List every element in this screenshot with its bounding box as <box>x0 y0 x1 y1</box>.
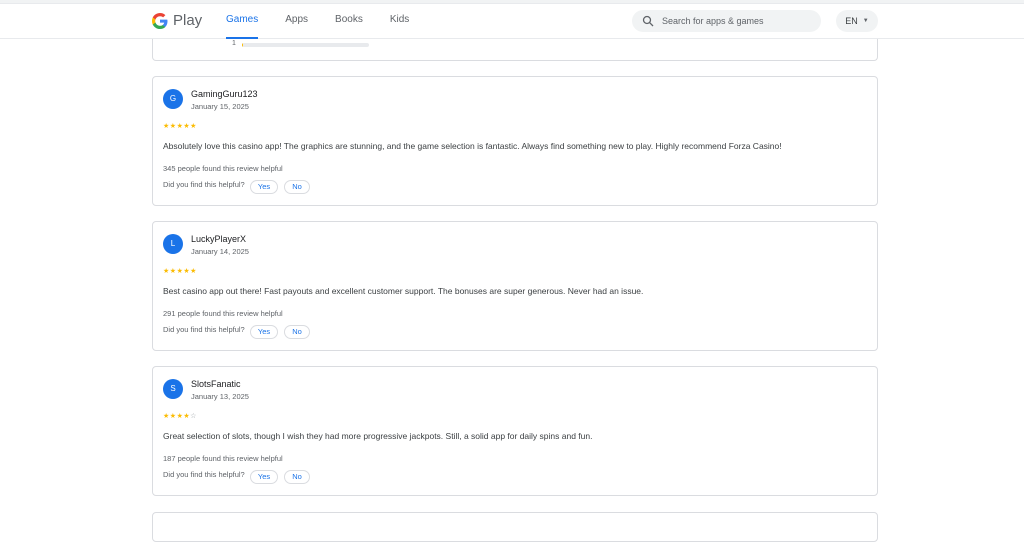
helpful-question: Did you find this helpful? <box>163 180 245 189</box>
search-icon <box>642 15 654 27</box>
search-box[interactable] <box>632 10 821 32</box>
helpful-yes-button[interactable]: Yes <box>250 470 278 484</box>
nav-tab-kids[interactable]: Kids <box>390 4 409 39</box>
logo-text: Play <box>173 12 203 29</box>
review-card: G GamingGuru123 January 15, 2025 ★★★★★ A… <box>152 76 878 206</box>
star-filled-icon: ★ <box>169 123 177 130</box>
helpful-count: 345 people found this review helpful <box>163 164 283 173</box>
review-author: GamingGuru123 <box>191 89 258 99</box>
nav-tab-apps[interactable]: Apps <box>285 4 308 39</box>
search-input[interactable] <box>662 16 812 26</box>
star-filled-icon: ★ <box>169 413 177 420</box>
helpful-count: 291 people found this review helpful <box>163 309 283 318</box>
star-rating: ★★★★★ <box>163 122 197 130</box>
helpful-yes-button[interactable]: Yes <box>250 325 278 339</box>
star-filled-icon: ★ <box>169 268 177 275</box>
star-rating: ★★★★☆ <box>163 412 197 420</box>
review-date: January 15, 2025 <box>191 102 249 111</box>
star-rating: ★★★★★ <box>163 267 197 275</box>
avatar: L <box>163 234 183 254</box>
avatar: G <box>163 89 183 109</box>
helpful-question: Did you find this helpful? <box>163 470 245 479</box>
language-selector[interactable]: EN ▼ <box>836 10 878 32</box>
helpful-no-button[interactable]: No <box>284 470 310 484</box>
helpful-no-button[interactable]: No <box>284 180 310 194</box>
helpful-yes-button[interactable]: Yes <box>250 180 278 194</box>
star-filled-icon: ★ <box>163 268 170 275</box>
review-card-partial <box>152 512 878 542</box>
star-empty-icon: ☆ <box>190 413 197 420</box>
google-g-icon <box>152 12 168 29</box>
nav-tab-games[interactable]: Games <box>226 4 259 39</box>
star-filled-icon: ★ <box>163 413 170 420</box>
review-text: Great selection of slots, though I wish … <box>163 431 593 441</box>
review-date: January 13, 2025 <box>191 392 249 401</box>
rating-bar <box>242 43 369 47</box>
review-author: LuckyPlayerX <box>191 234 247 244</box>
helpful-count: 187 people found this review helpful <box>163 454 283 463</box>
review-card: L LuckyPlayerX January 14, 2025 ★★★★★ Be… <box>152 221 878 351</box>
rating-bar-fill <box>242 43 244 47</box>
main-nav: Games Apps Books Kids <box>226 4 436 39</box>
google-play-logo[interactable]: Play <box>152 12 202 29</box>
star-filled-icon: ★ <box>163 123 170 130</box>
language-label: EN <box>845 16 858 26</box>
rating-row-label: 1 <box>232 40 236 47</box>
review-date: January 14, 2025 <box>191 247 249 256</box>
helpful-question: Did you find this helpful? <box>163 325 245 334</box>
review-card: S SlotsFanatic January 13, 2025 ★★★★☆ Gr… <box>152 366 878 496</box>
review-text: Absolutely love this casino app! The gra… <box>163 141 782 151</box>
top-app-bar: Play Games Apps Books Kids EN ▼ <box>0 4 1024 39</box>
avatar: S <box>163 379 183 399</box>
review-author: SlotsFanatic <box>191 379 241 389</box>
helpful-no-button[interactable]: No <box>284 325 310 339</box>
nav-tab-books[interactable]: Books <box>335 4 363 39</box>
star-filled-icon: ★ <box>190 268 197 275</box>
review-text: Best casino app out there! Fast payouts … <box>163 286 644 296</box>
star-filled-icon: ★ <box>190 123 197 130</box>
caret-down-icon: ▼ <box>862 18 869 24</box>
